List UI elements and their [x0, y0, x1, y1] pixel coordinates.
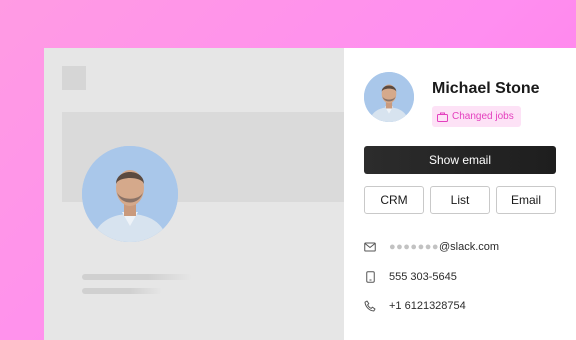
- large-profile-photo: [82, 146, 178, 242]
- avatar: [364, 72, 414, 122]
- phone-number: +1 6121328754: [389, 300, 466, 312]
- mobile-number: 555 303-5645: [389, 271, 457, 283]
- list-button[interactable]: List: [430, 186, 490, 214]
- email-row: ●●●●●●● @slack.com: [364, 241, 499, 253]
- placeholder-text-line: [82, 288, 162, 294]
- mobile-phone-icon: [364, 271, 376, 283]
- badge-label: Changed jobs: [452, 111, 514, 122]
- placeholder-square: [62, 66, 86, 90]
- email-domain: @slack.com: [439, 241, 500, 253]
- email-button[interactable]: Email: [496, 186, 556, 214]
- background-profile-page: [44, 48, 344, 340]
- crm-button[interactable]: CRM: [364, 186, 424, 214]
- show-email-button[interactable]: Show email: [364, 146, 556, 174]
- email-masked: ●●●●●●●: [389, 241, 440, 253]
- placeholder-text-line: [82, 274, 192, 280]
- contact-card: Michael Stone Changed jobs Show email CR…: [344, 48, 576, 340]
- changed-jobs-badge: Changed jobs: [432, 106, 521, 127]
- action-buttons: CRM List Email: [364, 186, 556, 214]
- phone-handset-icon: [364, 300, 376, 312]
- briefcase-icon: [437, 112, 448, 122]
- mail-icon: [364, 241, 376, 253]
- phone-row: +1 6121328754: [364, 300, 466, 312]
- mobile-row: 555 303-5645: [364, 271, 457, 283]
- contact-name: Michael Stone: [432, 80, 540, 97]
